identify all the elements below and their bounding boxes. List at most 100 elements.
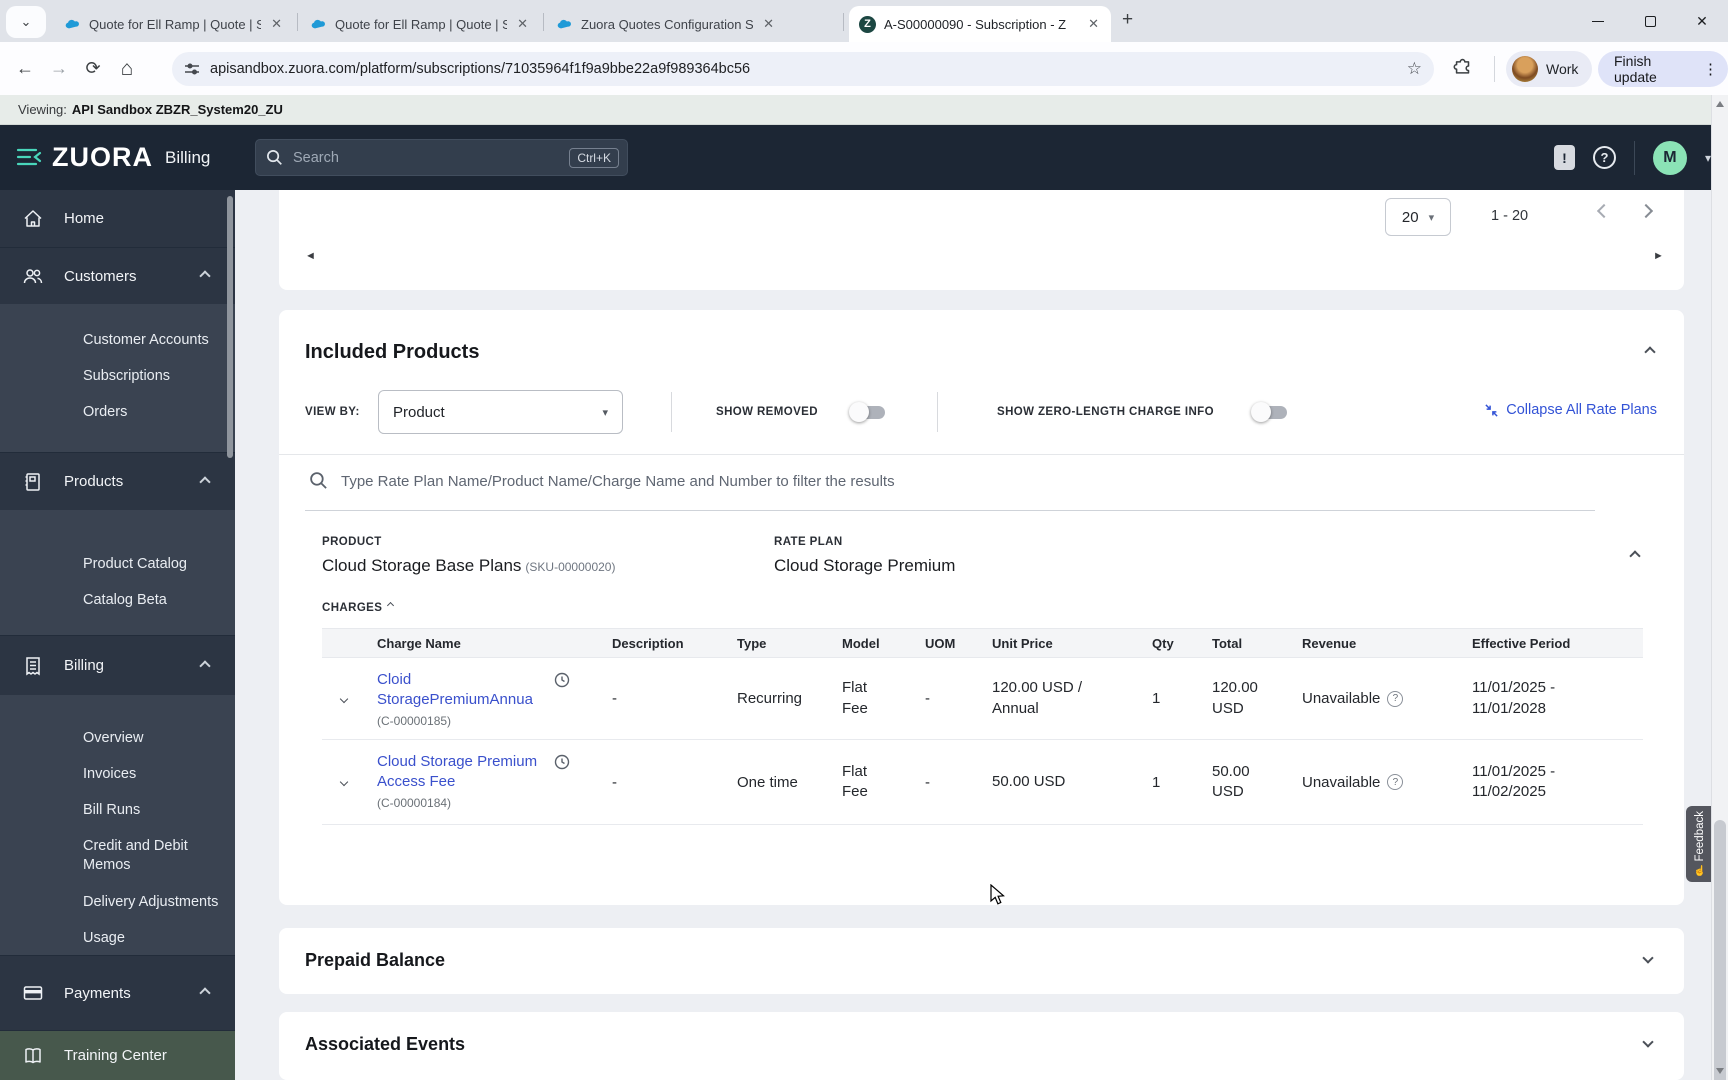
- reload-button[interactable]: ⟳: [76, 52, 110, 86]
- collapse-section-icon[interactable]: [1644, 346, 1656, 358]
- sidebar-collapse-icon[interactable]: [16, 147, 42, 167]
- customers-icon: [23, 269, 43, 284]
- sidebar-item-catalog-beta[interactable]: Catalog Beta: [0, 582, 235, 618]
- sidebar-item-payments[interactable]: Payments: [0, 955, 235, 1030]
- charges-table-header: Charge Name Description Type Model UOM U…: [322, 628, 1643, 658]
- clock-history-icon[interactable]: [554, 754, 570, 770]
- browser-tab-active[interactable]: Z A-S00000090 - Subscription - Z ✕: [849, 6, 1111, 42]
- help-icon[interactable]: ?: [1592, 146, 1616, 169]
- pagination-range: 1 - 20: [1491, 208, 1529, 224]
- extensions-icon[interactable]: [1452, 55, 1474, 77]
- collapse-rate-plan-icon[interactable]: [1629, 550, 1641, 562]
- scroll-left-icon[interactable]: ◄: [305, 250, 316, 262]
- page-size-select[interactable]: 20 ▾: [1385, 198, 1451, 236]
- charges-label-row[interactable]: CHARGES: [322, 601, 395, 614]
- close-icon[interactable]: ✕: [515, 16, 530, 32]
- sidebar-item-product-catalog[interactable]: Product Catalog: [0, 546, 235, 582]
- model-cell: Flat Fee: [842, 762, 868, 800]
- collapse-all-rate-plans-link[interactable]: Collapse All Rate Plans: [1484, 402, 1657, 418]
- browser-tab-2[interactable]: Quote for Ell Ramp | Quote | Sa ✕: [300, 6, 540, 42]
- sidebar-item-credit-debit-memos[interactable]: Credit and Debit Memos: [0, 828, 235, 884]
- description-cell: -: [612, 690, 617, 707]
- associated-events-card[interactable]: Associated Events: [279, 1012, 1684, 1080]
- menu-dots-icon[interactable]: ⋮: [1703, 60, 1718, 78]
- charge-name-link[interactable]: Cloid StoragePremiumAnnua: [377, 670, 547, 711]
- chevron-up-icon: [387, 601, 395, 610]
- window-controls: ✕: [1572, 0, 1728, 42]
- question-circle-icon[interactable]: ?: [1387, 690, 1404, 707]
- tab-title: Quote for Ell Ramp | Quote | Sa: [335, 16, 508, 32]
- sidebar-item-label: Products: [64, 473, 124, 490]
- sidebar-item-orders[interactable]: Orders: [0, 394, 235, 430]
- sidebar-item-invoices[interactable]: Invoices: [0, 756, 235, 792]
- browser-tabstrip: ⌄ Quote for Ell Ramp | Quote | Sa ✕ Quot…: [0, 0, 1728, 42]
- sidebar-item-subscriptions[interactable]: Subscriptions: [0, 358, 235, 394]
- sidebar-item-customer-accounts[interactable]: Customer Accounts: [0, 322, 235, 358]
- scrollbar-thumb[interactable]: [1714, 820, 1726, 1080]
- sidebar-item-customers[interactable]: Customers: [0, 247, 235, 304]
- show-removed-toggle[interactable]: [849, 402, 885, 422]
- product-catalog-icon: [25, 472, 40, 491]
- forward-button[interactable]: →: [42, 52, 76, 86]
- pagination-prev-icon[interactable]: [1596, 203, 1612, 219]
- home-button[interactable]: ⌂: [110, 52, 144, 86]
- page-scrollbar[interactable]: [1711, 95, 1728, 1080]
- sidebar-item-delivery-adjustments[interactable]: Delivery Adjustments: [0, 884, 235, 920]
- sidebar-item-label: Catalog Beta: [83, 592, 167, 608]
- sidebar-item-home[interactable]: Home: [0, 190, 235, 247]
- caret-down-icon: ▾: [1428, 211, 1435, 224]
- feedback-button[interactable]: Feedback ☝: [1686, 806, 1714, 882]
- sidebar-item-bill-runs[interactable]: Bill Runs: [0, 792, 235, 828]
- chevron-down-icon: ⌄: [20, 14, 32, 29]
- sidebar-item-overview[interactable]: Overview: [0, 720, 235, 756]
- tab-search-button[interactable]: ⌄: [6, 6, 46, 38]
- scrollbar-down-icon[interactable]: [1716, 1068, 1724, 1074]
- user-avatar[interactable]: M: [1652, 140, 1687, 175]
- close-window-button[interactable]: ✕: [1676, 0, 1728, 42]
- browser-tab-1[interactable]: Quote for Ell Ramp | Quote | Sa ✕: [54, 6, 294, 42]
- sidebar-item-training-center[interactable]: Training Center: [0, 1030, 235, 1080]
- view-controls-row: VIEW BY: Product ▾ SHOW REMOVED SHOW ZER…: [279, 390, 1684, 434]
- system-alert-icon[interactable]: !: [1553, 145, 1575, 170]
- total-cell: 120.00 USD: [1212, 679, 1258, 717]
- url-text: apisandbox.zuora.com/platform/subscripti…: [210, 61, 751, 77]
- scroll-right-icon[interactable]: ►: [1653, 250, 1664, 262]
- sidebar-item-usage[interactable]: Usage: [0, 920, 235, 956]
- col-total: Total: [1212, 635, 1243, 651]
- scrollbar-up-icon[interactable]: [1716, 101, 1724, 107]
- charge-number: (C-00000184): [377, 795, 452, 810]
- maximize-button[interactable]: [1624, 0, 1676, 42]
- sidebar-item-billing[interactable]: Billing: [0, 635, 235, 695]
- global-search-input[interactable]: Search Ctrl+K: [255, 139, 628, 176]
- chevron-down-icon[interactable]: [1642, 952, 1654, 964]
- url-bar[interactable]: apisandbox.zuora.com/platform/subscripti…: [172, 52, 1434, 86]
- zero-length-toggle[interactable]: [1251, 402, 1287, 422]
- finish-update-button[interactable]: Finish update ⋮: [1598, 51, 1728, 87]
- expand-row-button[interactable]: [322, 658, 365, 739]
- view-by-select[interactable]: Product ▾: [378, 390, 623, 434]
- sidebar-item-label: Subscriptions: [83, 368, 171, 384]
- browser-profile-chip[interactable]: Work: [1506, 51, 1593, 87]
- close-icon[interactable]: ✕: [1086, 16, 1101, 32]
- type-cell: Recurring: [737, 690, 803, 707]
- bookmark-star-icon[interactable]: ☆: [1407, 59, 1422, 79]
- back-button[interactable]: ←: [8, 52, 42, 86]
- prepaid-balance-card[interactable]: Prepaid Balance: [279, 928, 1684, 994]
- close-icon[interactable]: ✕: [269, 16, 284, 32]
- charge-filter-input[interactable]: Type Rate Plan Name/Product Name/Charge …: [279, 454, 1684, 511]
- new-tab-button[interactable]: +: [1122, 9, 1133, 31]
- pagination-next-icon[interactable]: [1638, 203, 1654, 219]
- sidebar-item-products[interactable]: Products: [0, 452, 235, 510]
- site-info-icon[interactable]: [184, 61, 200, 77]
- sidebar-item-label: Usage: [83, 930, 125, 946]
- clock-history-icon[interactable]: [554, 672, 570, 688]
- chevron-down-icon[interactable]: [1642, 1036, 1654, 1048]
- minimize-button[interactable]: [1572, 0, 1624, 42]
- col-model: Model: [842, 635, 880, 651]
- close-icon[interactable]: ✕: [761, 16, 776, 32]
- question-circle-icon[interactable]: ?: [1387, 774, 1404, 790]
- expand-row-button[interactable]: [322, 740, 365, 824]
- charge-name-link[interactable]: Cloud Storage Premium Access Fee: [377, 752, 547, 793]
- sidebar-scrollbar-thumb[interactable]: [227, 196, 233, 458]
- browser-tab-3[interactable]: Zuora Quotes Configuration Se ✕: [546, 6, 786, 42]
